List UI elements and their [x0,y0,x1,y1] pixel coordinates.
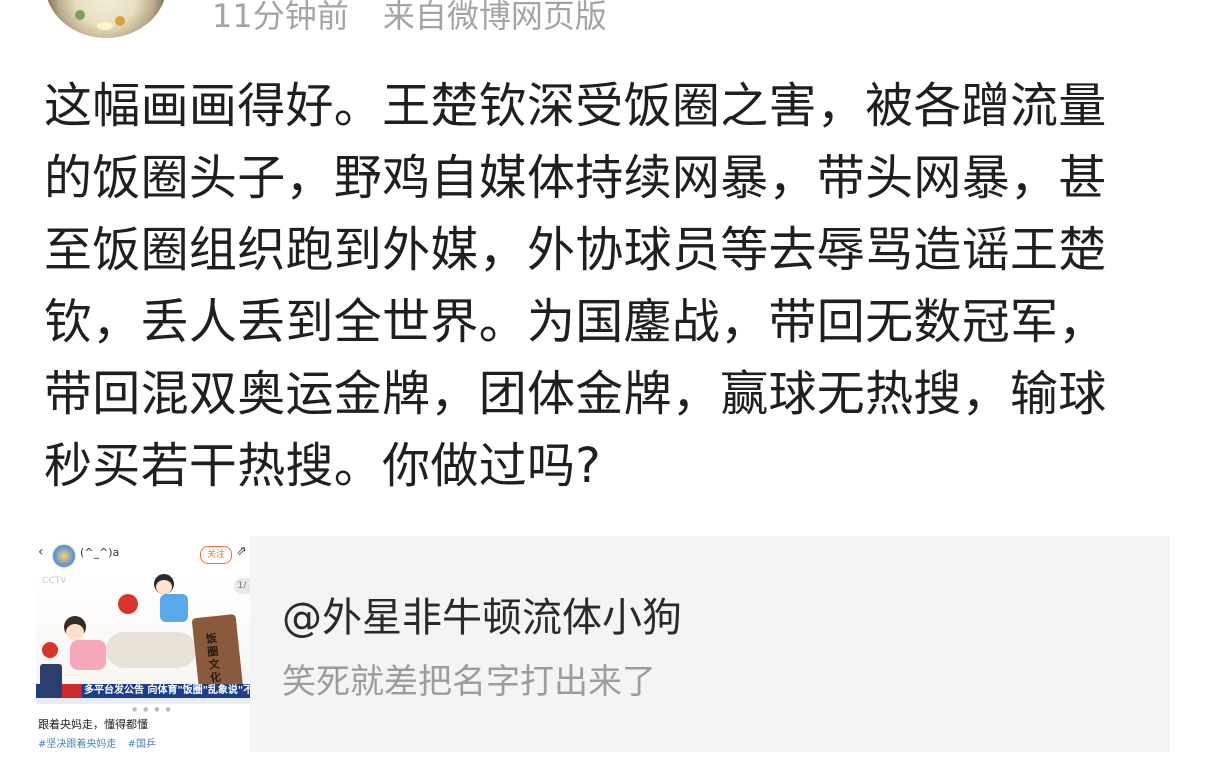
post-text-line: 这幅画画得好。王楚钦深受饭圈之害，被各蹭流量 [44,78,1107,134]
post-text-line: 至饭圈组织跑到外媒，外协球员等去辱骂造谣王楚 [44,222,1107,278]
tv-watermark: CCTV [42,576,67,586]
thumbnail-tags: #坚决跟着央妈走 #国乒 [38,735,164,750]
hashtag: #国乒 [127,739,156,750]
cartoon-figure-body [160,594,188,622]
post-text-line: 的饭圈头子，野鸡自媒体持续网暴，带头网暴，甚 [44,150,1107,206]
thumbnail-caption: 跟着央妈走，懂得都懂 [38,718,148,731]
channel-logo [62,684,82,698]
thumbnail-follow-button: 关注 [200,546,232,564]
post-source: 来自微博网页版 [382,0,607,35]
carousel-dots: ● ● ● ● [132,706,173,713]
thumbnail-avatar [52,544,76,568]
post-text-line: 秒买若干热搜。你做过吗? [44,438,602,494]
thumbnail-header: ‹ (^_^)a 关注 ⇗ [36,536,250,572]
thumbnail-user-name: (^_^)a [80,546,120,559]
news-banner-text: 多平台发公告 向体育"饭圈"乱象说"不" [84,685,250,696]
shared-post-card[interactable]: ‹ (^_^)a 关注 ⇗ CCTV 1/ 饭圈文化 多平台发公告 向体育"饭圈… [36,536,1170,752]
shared-post-title[interactable]: @外星非牛顿流体小狗 [282,594,682,642]
post-text-line: 带回混双奥运金牌，团体金牌，赢球无热搜，输球 [44,366,1107,422]
author-avatar[interactable] [45,0,167,38]
post-time: 11分钟前 [212,0,349,35]
cartoon-figure-body [106,632,196,668]
cartoon-figure-head [156,580,172,594]
post-meta: 11分钟前 来自微博网页版 [212,0,631,36]
hashtag: #坚决跟着央妈走 [38,739,117,750]
back-icon: ‹ [38,544,44,560]
paddle-icon [42,642,58,658]
shared-post-thumbnail[interactable]: ‹ (^_^)a 关注 ⇗ CCTV 1/ 饭圈文化 多平台发公告 向体育"饭圈… [36,536,250,752]
cartoon-figure-head [66,624,84,640]
anchor-thumb [40,664,62,698]
cartoon-figure-body [70,640,106,670]
slide-indicator: 1/ [234,578,250,594]
paddle-icon [118,594,138,614]
shared-post-subtitle: 笑死就差把名字打出来了 [282,662,656,702]
post-body: 这幅画画得好。王楚钦深受饭圈之害，被各蹭流量 的饭圈头子，野鸡自媒体持续网暴，带… [44,70,1169,502]
news-ticker [36,698,250,704]
share-icon: ⇗ [236,544,247,559]
post-text-line: 钦，丢人丢到全世界。为国鏖战，带回无数冠军， [44,294,1107,350]
